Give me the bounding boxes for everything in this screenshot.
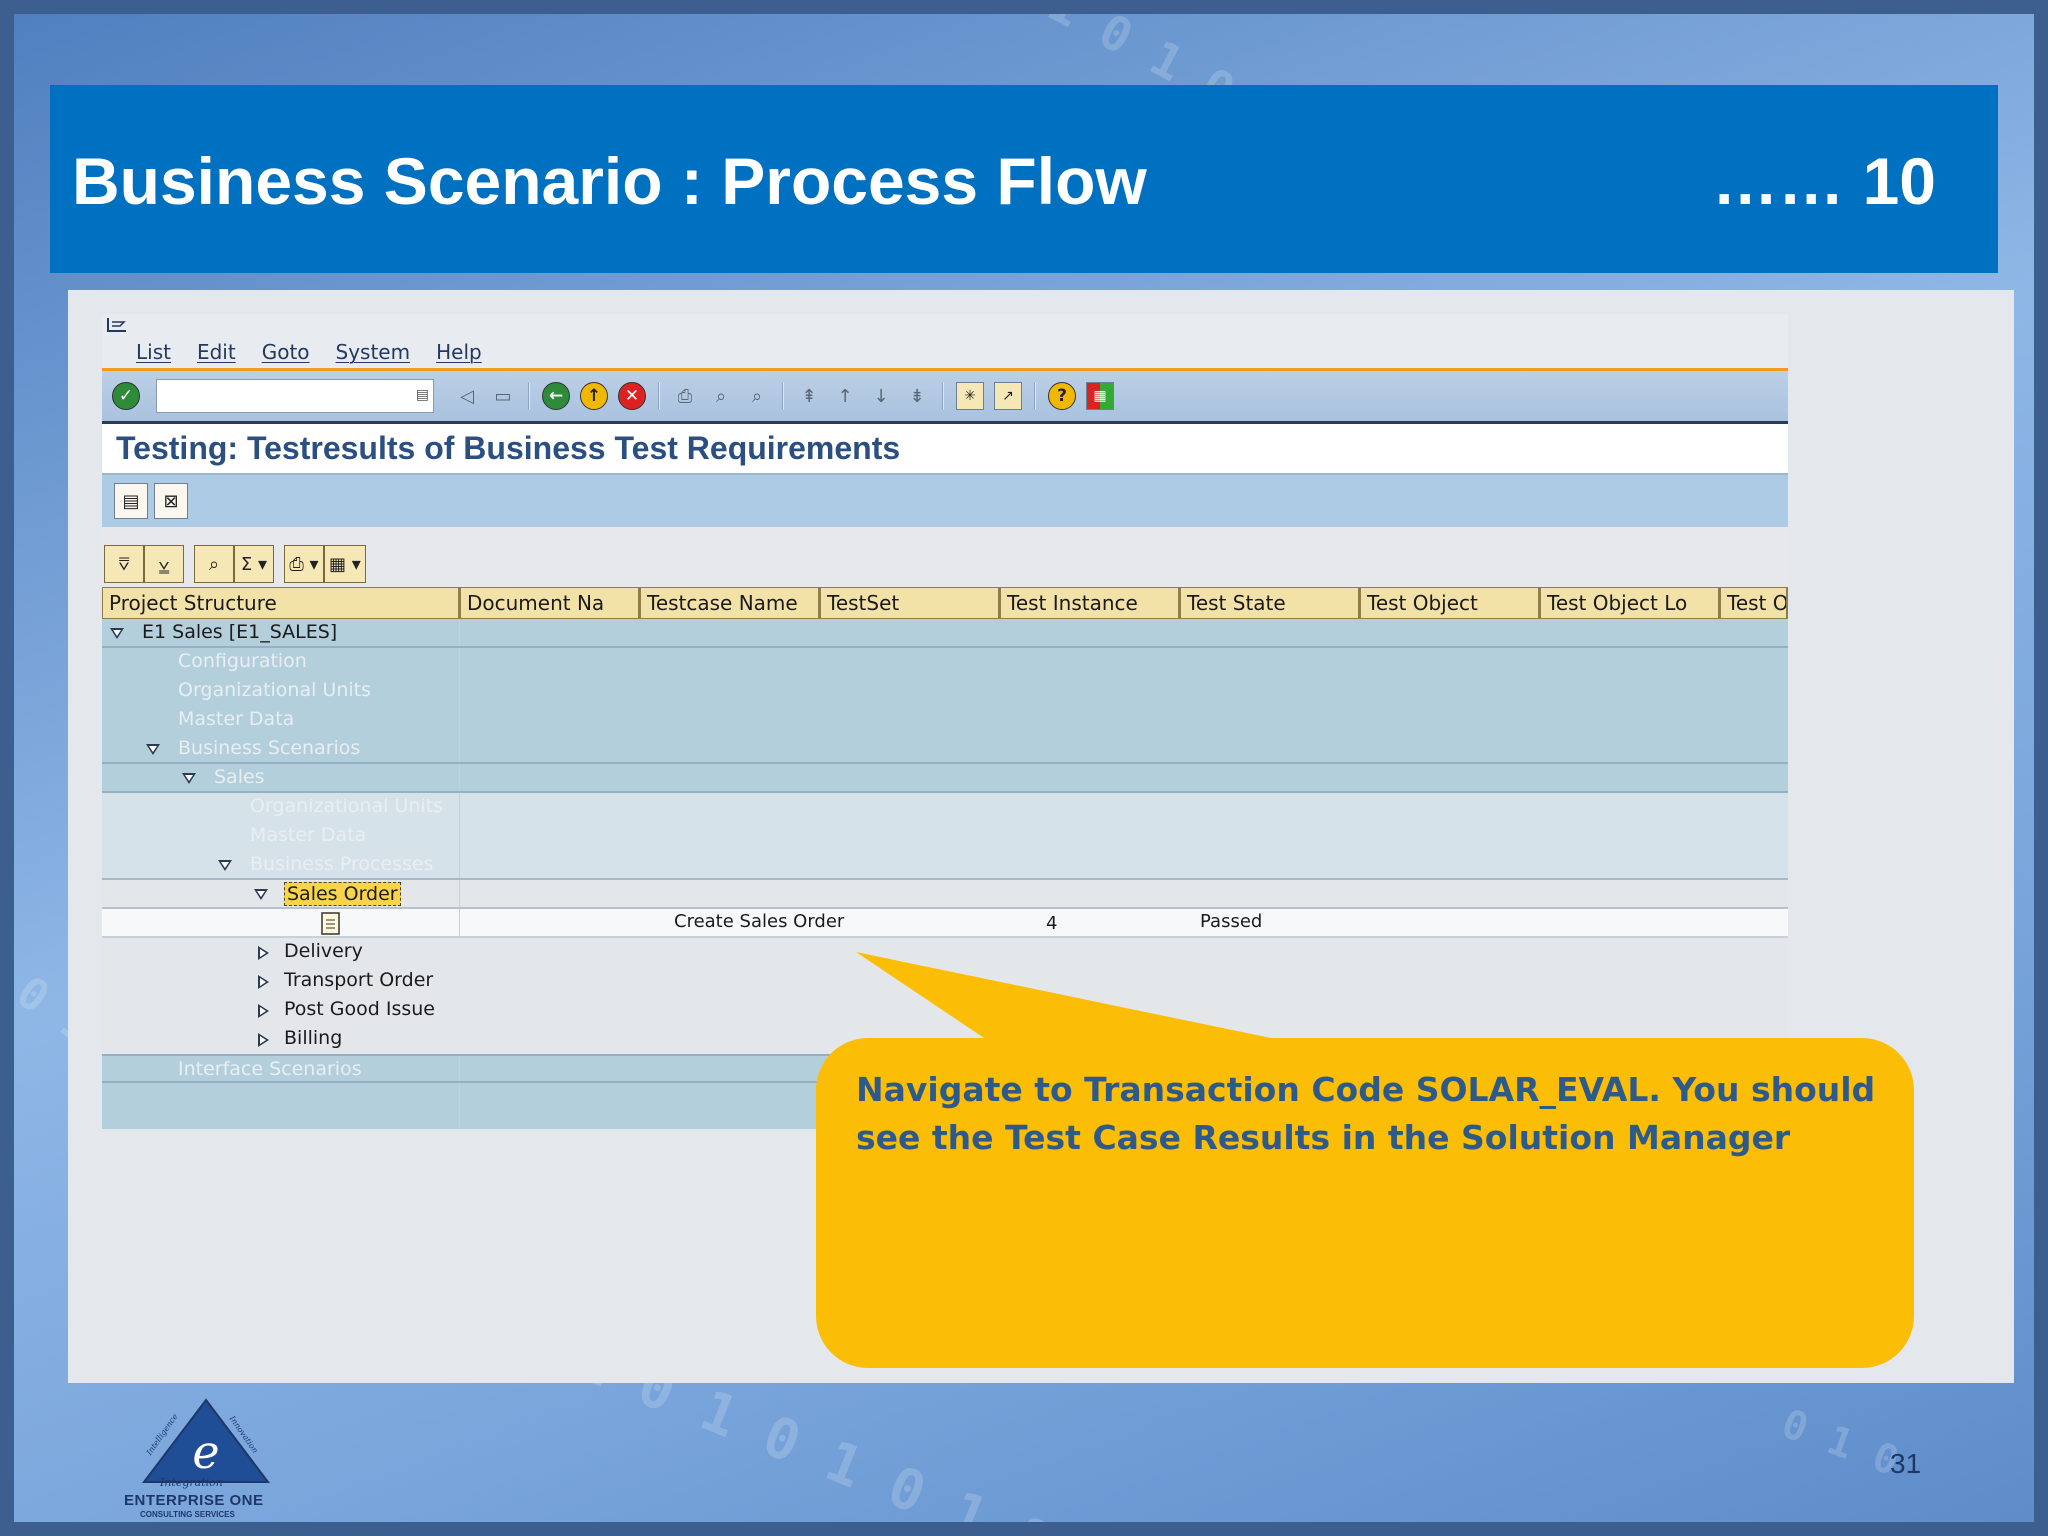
slide-border — [0, 0, 2048, 1536]
